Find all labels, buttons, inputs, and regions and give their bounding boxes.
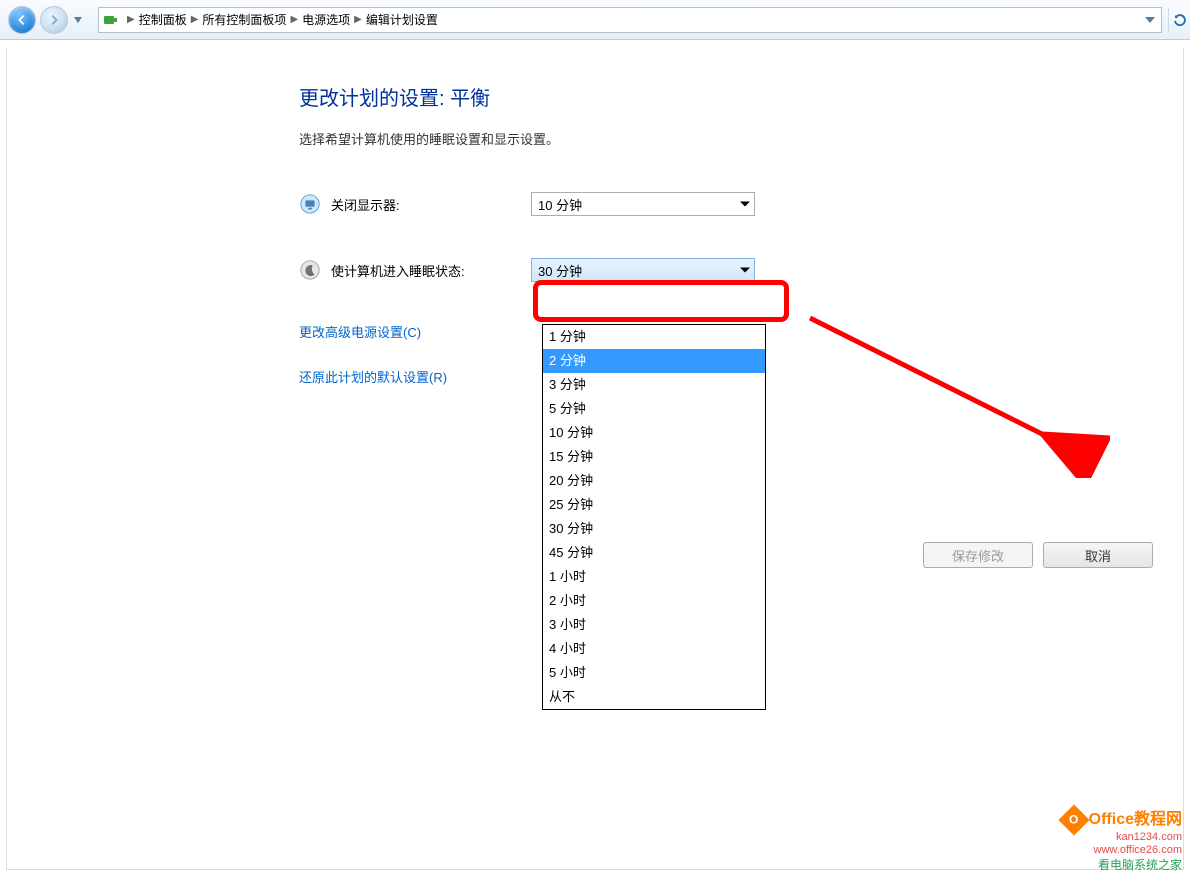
chevron-right-icon: ▶ <box>127 14 135 25</box>
dropdown-option[interactable]: 1 分钟 <box>543 325 765 349</box>
dropdown-option[interactable]: 5 分钟 <box>543 397 765 421</box>
dropdown-option[interactable]: 15 分钟 <box>543 445 765 469</box>
watermark-kan: kan1234.com <box>1063 831 1182 844</box>
address-bar[interactable]: ▶ 控制面板 ▶ 所有控制面板项 ▶ 电源选项 ▶ 编辑计划设置 <box>98 7 1162 33</box>
page-title: 更改计划的设置: 平衡 <box>299 82 1169 111</box>
dropdown-option[interactable]: 10 分钟 <box>543 421 765 445</box>
watermark-office: OOffice教程网 <box>1063 809 1182 831</box>
nav-history-dropdown[interactable] <box>72 6 84 34</box>
display-off-value: 10 分钟 <box>538 195 582 214</box>
page-subtitle: 选择希望计算机使用的睡眠设置和显示设置。 <box>299 129 1169 148</box>
sleep-value: 30 分钟 <box>538 261 582 280</box>
dialog-buttons: 保存修改 取消 <box>923 542 1153 568</box>
dropdown-option[interactable]: 5 小时 <box>543 661 765 685</box>
content-panel: 更改计划的设置: 平衡 选择希望计算机使用的睡眠设置和显示设置。 关闭显示器: … <box>6 48 1184 870</box>
dropdown-option[interactable]: 45 分钟 <box>543 541 765 565</box>
explorer-toolbar: ▶ 控制面板 ▶ 所有控制面板项 ▶ 电源选项 ▶ 编辑计划设置 <box>0 0 1190 40</box>
arrow-left-icon <box>15 13 29 27</box>
monitor-icon <box>299 193 321 215</box>
chevron-down-icon <box>740 202 750 207</box>
dropdown-option[interactable]: 2 分钟 <box>543 349 765 373</box>
sleep-label: 使计算机进入睡眠状态: <box>331 261 531 280</box>
display-off-combo[interactable]: 10 分钟 <box>531 192 755 216</box>
watermark-url: www.office26.com <box>1063 844 1182 857</box>
sleep-dropdown-list[interactable]: 1 分钟2 分钟3 分钟5 分钟10 分钟15 分钟20 分钟25 分钟30 分… <box>542 324 766 710</box>
dropdown-option[interactable]: 从不 <box>543 685 765 709</box>
back-button[interactable] <box>8 6 36 34</box>
nav-buttons <box>0 6 92 34</box>
arrow-right-icon <box>47 13 61 27</box>
breadcrumb-item[interactable]: 控制面板 <box>139 11 187 28</box>
breadcrumb-item[interactable]: 所有控制面板项 <box>202 11 286 28</box>
display-off-label: 关闭显示器: <box>331 195 531 214</box>
dropdown-option[interactable]: 25 分钟 <box>543 493 765 517</box>
cancel-button[interactable]: 取消 <box>1043 542 1153 568</box>
dropdown-option[interactable]: 2 小时 <box>543 589 765 613</box>
refresh-icon <box>1172 12 1188 28</box>
power-plan-icon <box>103 12 119 28</box>
breadcrumb-item[interactable]: 电源选项 <box>302 11 350 28</box>
dropdown-option[interactable]: 4 小时 <box>543 637 765 661</box>
breadcrumb-item[interactable]: 编辑计划设置 <box>366 11 438 28</box>
chevron-right-icon: ▶ <box>191 14 199 25</box>
setting-row-display: 关闭显示器: 10 分钟 <box>299 192 1169 216</box>
save-button[interactable]: 保存修改 <box>923 542 1033 568</box>
forward-button[interactable] <box>40 6 68 34</box>
refresh-button[interactable] <box>1168 8 1190 32</box>
watermark: OOffice教程网 kan1234.com www.office26.com … <box>1063 809 1182 872</box>
dropdown-option[interactable]: 20 分钟 <box>543 469 765 493</box>
chevron-down-icon[interactable] <box>1145 17 1155 23</box>
chevron-down-icon <box>740 268 750 273</box>
setting-row-sleep: 使计算机进入睡眠状态: 30 分钟 <box>299 258 1169 282</box>
dropdown-option[interactable]: 3 分钟 <box>543 373 765 397</box>
watermark-label: 看电脑系统之家 <box>1063 858 1182 872</box>
sleep-combo[interactable]: 30 分钟 <box>531 258 755 282</box>
dropdown-option[interactable]: 30 分钟 <box>543 517 765 541</box>
chevron-right-icon: ▶ <box>354 14 362 25</box>
dropdown-option[interactable]: 3 小时 <box>543 613 765 637</box>
dropdown-option[interactable]: 1 小时 <box>543 565 765 589</box>
sleep-icon <box>299 259 321 281</box>
chevron-down-icon <box>74 17 82 23</box>
chevron-right-icon: ▶ <box>290 14 298 25</box>
